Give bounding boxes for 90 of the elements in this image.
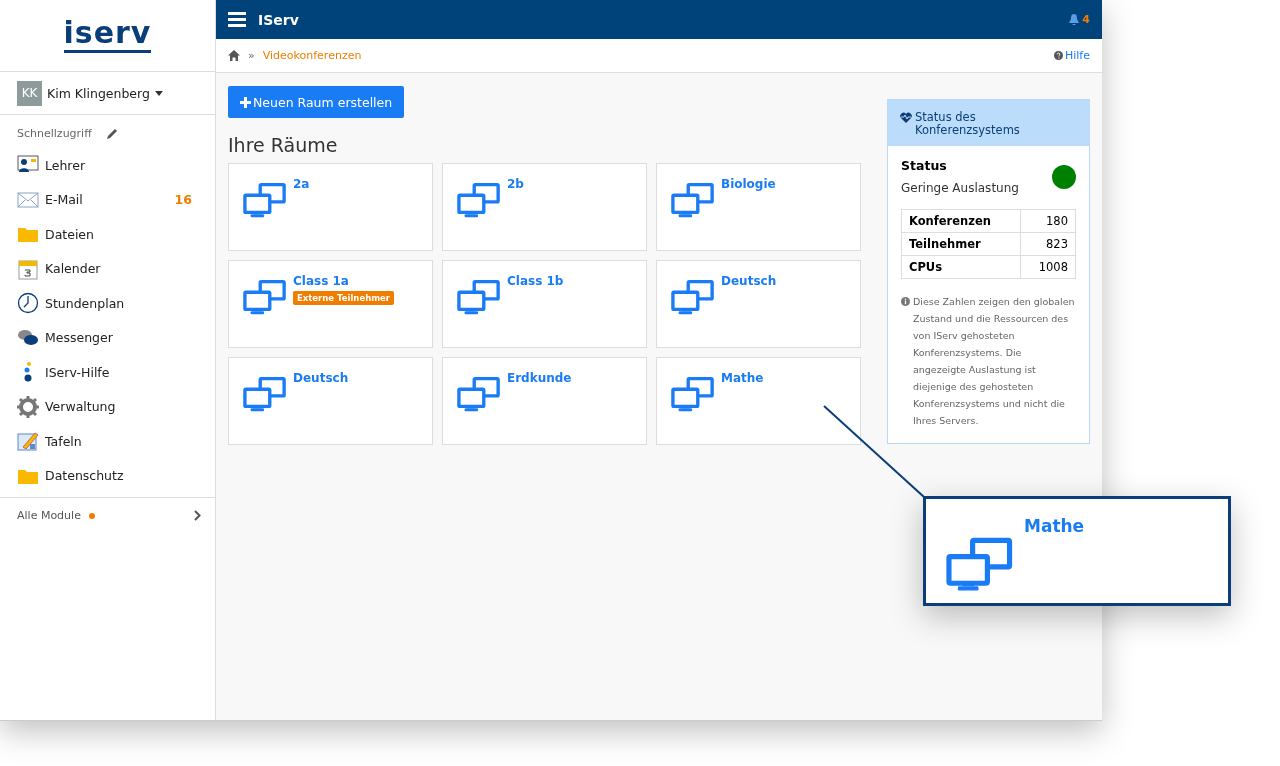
- user-name: Kim Klingenberg: [47, 85, 150, 101]
- status-text: Geringe Auslastung: [901, 181, 1019, 195]
- breadcrumb-separator: »: [248, 49, 255, 62]
- monitors-icon: [457, 279, 501, 315]
- monitors-icon: [457, 376, 501, 412]
- item-label: Datenschutz: [45, 468, 125, 484]
- room-card[interactable]: Biologie: [656, 163, 861, 251]
- clock-icon: [17, 292, 39, 315]
- monitors-icon: [946, 536, 1014, 592]
- sidebar-item[interactable]: IServ-Hilfe: [0, 355, 215, 390]
- logo[interactable]: iserv: [63, 18, 152, 53]
- calendar-icon: [17, 257, 39, 280]
- room-name: Biologie: [721, 177, 776, 191]
- info-icon: [901, 297, 910, 306]
- heart-pulse-icon: [900, 112, 912, 123]
- sidebar-item[interactable]: Lehrer: [0, 148, 215, 183]
- item-label: Messenger: [45, 330, 114, 346]
- info-note: Diese Zahlen zeigen den globalen Zustand und die Ressourcen des von IServ gehosteten Konferenzsystems. Die angezeigte Auslastung ist diejenige des gehosteten Konferenzsystems und nicht die Ihres Servers.: [913, 295, 1076, 428]
- bell-icon: [1069, 14, 1080, 25]
- room-name: Class 1a: [293, 274, 349, 288]
- sidebar-item[interactable]: E-Mail 16: [0, 182, 215, 217]
- item-label: Kalender: [45, 261, 102, 277]
- room-card[interactable]: Erdkunde: [442, 357, 647, 445]
- avatar: KK: [17, 80, 42, 106]
- item-label: Dateien: [45, 226, 95, 242]
- monitors-icon: [671, 279, 715, 315]
- table-cell: Teilnehmer: [901, 232, 1021, 256]
- item-label: Tafeln: [45, 433, 83, 449]
- user-menu[interactable]: KK Kim Klingenberg: [0, 72, 215, 115]
- unread-count: 16: [174, 192, 193, 208]
- breadcrumb-link[interactable]: Videokonferenzen: [262, 49, 1046, 62]
- app-title: IServ: [258, 11, 300, 28]
- new-room-button[interactable]: Neuen Raum erstellen: [228, 86, 405, 118]
- link-label: Alle Module: [17, 509, 81, 522]
- room-name: Deutsch: [721, 274, 777, 288]
- sidebar-item[interactable]: Stundenplan: [0, 286, 215, 321]
- status-label: Status: [901, 158, 948, 173]
- plus-icon: [240, 96, 251, 108]
- table-cell: 1008: [1020, 255, 1076, 279]
- caret-icon: [154, 90, 163, 96]
- notifications-button[interactable]: 4: [1069, 13, 1090, 26]
- table-cell: Konferenzen: [901, 209, 1021, 233]
- monitors-icon: [457, 182, 501, 218]
- room-name: Mathe: [721, 371, 764, 385]
- all-modules-link[interactable]: Alle Module: [0, 497, 215, 522]
- section-heading: Ihre Räume: [228, 134, 339, 156]
- item-label: IServ-Hilfe: [45, 364, 111, 380]
- room-name: Mathe: [1024, 516, 1085, 538]
- item-label: Lehrer: [45, 157, 87, 173]
- panel-title: Status des Konferenzsystems: [915, 111, 1021, 137]
- gear-icon: [17, 395, 39, 418]
- home-icon: [228, 50, 240, 61]
- monitors-icon: [243, 182, 287, 218]
- room-tag: Externe Teilnehmer: [293, 291, 395, 305]
- whiteboard-pencil-icon: [17, 430, 39, 453]
- sidebar-item[interactable]: Kalender: [0, 251, 215, 286]
- item-label: E-Mail: [45, 192, 84, 208]
- room-card[interactable]: Mathe: [656, 357, 861, 445]
- monitors-icon: [671, 376, 715, 412]
- table-cell: 180: [1020, 209, 1076, 233]
- sidebar-item[interactable]: Dateien: [0, 217, 215, 252]
- room-name: 2b: [507, 177, 524, 191]
- item-label: Stundenplan: [45, 295, 126, 311]
- room-name: Erdkunde: [507, 371, 572, 385]
- table-cell: 823: [1020, 232, 1076, 256]
- room-card[interactable]: Deutsch: [228, 357, 433, 445]
- chevron-right-icon: [194, 510, 201, 521]
- table-cell: CPUs: [901, 255, 1021, 279]
- monitors-icon: [671, 182, 715, 218]
- zoomed-room-card[interactable]: Mathe: [923, 496, 1231, 606]
- item-label: Verwaltung: [45, 399, 117, 415]
- menu-icon: [228, 12, 246, 27]
- pencil-icon: [105, 127, 118, 140]
- room-card[interactable]: Class 1b: [442, 260, 647, 348]
- help-link[interactable]: Hilfe: [1053, 49, 1090, 62]
- room-name: 2a: [293, 177, 310, 191]
- room-name: Deutsch: [293, 371, 349, 385]
- monitors-icon: [243, 279, 287, 315]
- room-card[interactable]: Deutsch: [656, 260, 861, 348]
- section-label: Schnellzugriff: [17, 127, 92, 140]
- room-name: Class 1b: [507, 274, 564, 288]
- sidebar-item[interactable]: Tafeln: [0, 424, 215, 459]
- question-circle-icon: [1053, 51, 1063, 60]
- room-card[interactable]: 2b: [442, 163, 647, 251]
- room-card[interactable]: Class 1a Externe Teilnehmer: [228, 260, 433, 348]
- room-card[interactable]: 2a: [228, 163, 433, 251]
- sidebar-item[interactable]: Messenger: [0, 320, 215, 355]
- monitors-icon: [243, 376, 287, 412]
- sidebar-item[interactable]: Verwaltung: [0, 389, 215, 424]
- sidebar-item[interactable]: Datenschutz: [0, 458, 215, 493]
